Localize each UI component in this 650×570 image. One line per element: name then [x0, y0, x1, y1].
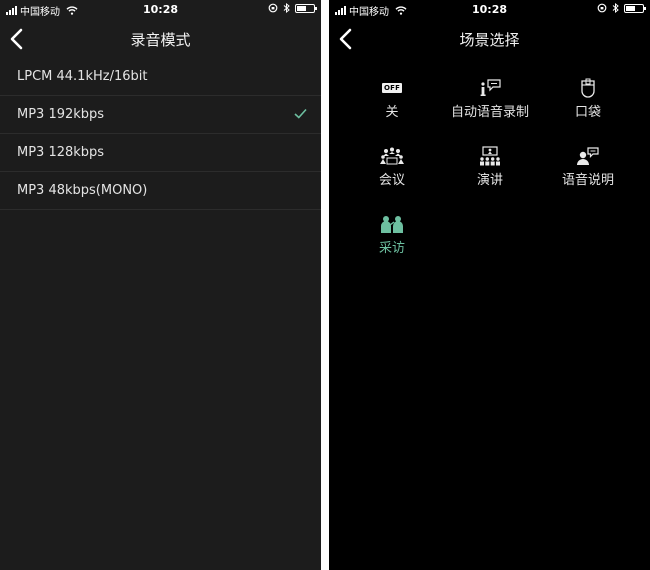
page-title: 场景选择 — [459, 31, 520, 49]
scene-off[interactable]: OFF 关 — [337, 78, 447, 120]
page-title: 录音模式 — [130, 31, 191, 49]
scene-label: 演讲 — [476, 173, 503, 188]
meeting-icon — [337, 146, 447, 166]
scene-select-screen: 中国移动 10:28 场景选择 OFF 关 自动语音录制 口袋 会议 演讲 语音… — [329, 0, 650, 570]
battery-level — [626, 5, 635, 11]
scene-label: 采访 — [378, 241, 405, 256]
checkmark-icon — [294, 108, 307, 119]
mode-option-lpcm[interactable]: LPCM 44.1kHz/16bit — [0, 58, 321, 96]
battery-icon — [295, 3, 317, 13]
bluetooth-icon — [612, 3, 619, 13]
bluetooth-icon — [283, 3, 290, 13]
recording-mode-screen: 中国移动 10:28 录音模式 LPCM 44.1kHz/16bit MP3 1… — [0, 0, 321, 570]
orientation-lock-icon — [268, 3, 278, 13]
mode-option-mp3-48-mono[interactable]: MP3 48kbps(MONO) — [0, 172, 321, 210]
mode-option-mp3-192[interactable]: MP3 192kbps — [0, 96, 321, 134]
scene-auto-voice-record[interactable]: 自动语音录制 — [435, 78, 545, 120]
scene-label: 语音说明 — [561, 173, 614, 188]
interview-icon — [337, 214, 447, 234]
info-speech-icon — [435, 78, 545, 98]
scene-voice-memo[interactable]: 语音说明 — [533, 146, 643, 188]
recording-mode-list: LPCM 44.1kHz/16bit MP3 192kbps MP3 128kb… — [0, 58, 321, 210]
status-bar: 中国移动 10:28 — [329, 0, 650, 20]
mode-label: MP3 192kbps — [17, 107, 105, 122]
scene-interview[interactable]: 采访 — [337, 214, 447, 256]
scene-label: 自动语音录制 — [450, 105, 529, 120]
scene-lecture[interactable]: 演讲 — [435, 146, 545, 188]
voice-memo-icon — [533, 146, 643, 166]
scene-label: 会议 — [378, 173, 405, 188]
mode-label: MP3 48kbps(MONO) — [17, 183, 148, 198]
scene-label: 口袋 — [574, 105, 601, 120]
mode-option-mp3-128[interactable]: MP3 128kbps — [0, 134, 321, 172]
nav-bar: 场景选择 — [329, 20, 650, 58]
orientation-lock-icon — [597, 3, 607, 13]
scene-label: 关 — [385, 105, 399, 120]
off-icon: OFF — [381, 83, 403, 93]
pocket-icon — [533, 78, 643, 98]
lecture-icon — [435, 146, 545, 166]
scene-pocket[interactable]: 口袋 — [533, 78, 643, 120]
mode-label: LPCM 44.1kHz/16bit — [17, 69, 148, 84]
mode-label: MP3 128kbps — [17, 145, 105, 160]
nav-bar: 录音模式 — [0, 20, 321, 58]
status-bar: 中国移动 10:28 — [0, 0, 321, 20]
scene-meeting[interactable]: 会议 — [337, 146, 447, 188]
battery-icon — [624, 3, 646, 13]
battery-level — [297, 5, 306, 11]
